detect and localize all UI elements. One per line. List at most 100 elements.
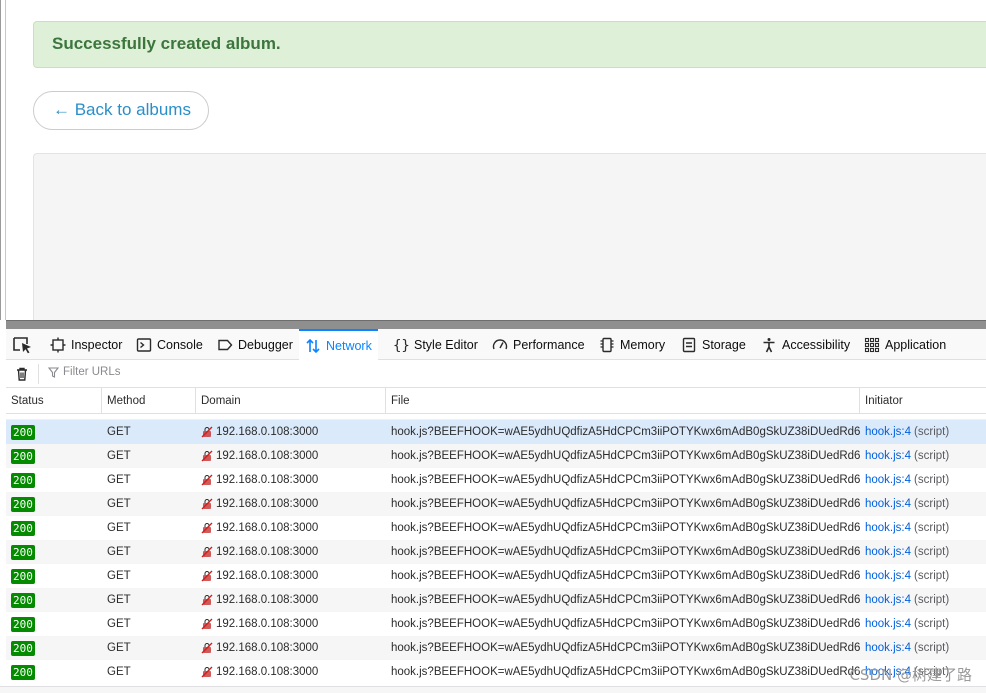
status-cell: 200 bbox=[6, 492, 102, 516]
tab-storage[interactable]: Storage bbox=[675, 329, 752, 360]
status-cell: 200 bbox=[6, 540, 102, 564]
table-row[interactable]: 200 GET 192.168.0.108:3000 hook.js?BEEFHOOK… bbox=[6, 516, 986, 540]
element-picker-icon[interactable] bbox=[11, 335, 35, 355]
method-cell: GET bbox=[107, 594, 131, 606]
method-cell: GET bbox=[107, 666, 131, 678]
initiator-cell: hook.js:4 (script) bbox=[860, 588, 986, 612]
initiator-link[interactable]: hook.js:4 bbox=[865, 618, 911, 630]
tab-memory[interactable]: Memory bbox=[593, 329, 671, 360]
domain-text: 192.168.0.108:3000 bbox=[216, 642, 319, 654]
initiator-link[interactable]: hook.js:4 bbox=[865, 522, 911, 534]
file-cell: hook.js?BEEFHOOK=wAE5ydhUQdfizA5HdCPCm3i… bbox=[391, 522, 860, 534]
table-row[interactable]: 200 GET 192.168.0.108:3000 hook.js?BEEFHOOK… bbox=[6, 420, 986, 444]
table-row[interactable]: 200 GET 192.168.0.108:3000 hook.js?BEEFHOOK… bbox=[6, 660, 986, 684]
table-row[interactable]: 200 GET 192.168.0.108:3000 hook.js?BEEFHOOK… bbox=[6, 540, 986, 564]
table-row[interactable]: 200 GET 192.168.0.108:3000 hook.js?BEEFHOOK… bbox=[6, 492, 986, 516]
column-status[interactable]: Status bbox=[6, 388, 102, 413]
insecure-lock-icon bbox=[201, 522, 213, 534]
initiator-type: (script) bbox=[914, 594, 950, 606]
table-row[interactable]: 200 GET 192.168.0.108:3000 hook.js?BEEFHOOK… bbox=[6, 564, 986, 588]
tab-performance[interactable]: Performance bbox=[486, 329, 591, 360]
tab-inspector[interactable]: Inspector bbox=[44, 329, 128, 360]
initiator-cell: hook.js:4 (script) bbox=[860, 564, 986, 588]
tab-label: Application bbox=[885, 337, 947, 352]
table-row[interactable]: 200 GET 192.168.0.108:3000 hook.js?BEEFHOOK… bbox=[6, 444, 986, 468]
domain-text: 192.168.0.108:3000 bbox=[216, 426, 319, 438]
initiator-type: (script) bbox=[914, 522, 950, 534]
initiator-cell: hook.js:4 (script) bbox=[860, 636, 986, 660]
initiator-link[interactable]: hook.js:4 bbox=[865, 546, 911, 558]
inspector-icon bbox=[50, 337, 66, 353]
initiator-type: (script) bbox=[914, 450, 950, 462]
initiator-cell: hook.js:4 (script) bbox=[860, 468, 986, 492]
tab-label: Network bbox=[326, 338, 372, 353]
status-cell: 200 bbox=[6, 420, 102, 444]
status-cell: 200 bbox=[6, 564, 102, 588]
filter-urls-input[interactable]: Filter URLs bbox=[48, 366, 121, 378]
debugger-icon bbox=[217, 337, 233, 353]
insecure-lock-icon bbox=[201, 426, 213, 438]
table-row[interactable]: 200 GET 192.168.0.108:3000 hook.js?BEEFHOOK… bbox=[6, 588, 986, 612]
column-file[interactable]: File bbox=[386, 388, 860, 413]
insecure-lock-icon bbox=[201, 570, 213, 582]
tab-console[interactable]: Console bbox=[130, 329, 209, 360]
status-badge: 200 bbox=[11, 568, 35, 584]
file-cell: hook.js?BEEFHOOK=wAE5ydhUQdfizA5HdCPCm3i… bbox=[391, 570, 860, 582]
status-cell: 200 bbox=[6, 468, 102, 492]
tab-label: Debugger bbox=[238, 337, 293, 352]
status-badge: 200 bbox=[11, 424, 35, 440]
status-badge: 200 bbox=[11, 472, 35, 488]
initiator-link[interactable]: hook.js:4 bbox=[865, 594, 911, 606]
status-cell: 200 bbox=[6, 636, 102, 660]
status-badge: 200 bbox=[11, 616, 35, 632]
back-to-albums-button[interactable]: ← Back to albums bbox=[33, 91, 209, 130]
insecure-lock-icon bbox=[201, 594, 213, 606]
domain-text: 192.168.0.108:3000 bbox=[216, 474, 319, 486]
column-initiator[interactable]: Initiator bbox=[860, 388, 986, 413]
domain-cell: 192.168.0.108:3000 bbox=[196, 516, 386, 540]
status-badge: 200 bbox=[11, 592, 35, 608]
initiator-link[interactable]: hook.js:4 bbox=[865, 426, 911, 438]
domain-cell: 192.168.0.108:3000 bbox=[196, 564, 386, 588]
network-icon bbox=[305, 338, 321, 354]
initiator-type: (script) bbox=[914, 570, 950, 582]
tab-application[interactable]: Application bbox=[858, 329, 952, 360]
domain-cell: 192.168.0.108:3000 bbox=[196, 468, 386, 492]
column-method[interactable]: Method bbox=[102, 388, 196, 413]
svg-text:{}: {} bbox=[393, 338, 409, 353]
tab-network[interactable]: Network bbox=[299, 329, 378, 360]
tab-style-editor[interactable]: {} Style Editor bbox=[387, 329, 484, 360]
initiator-link[interactable]: hook.js:4 bbox=[865, 570, 911, 582]
initiator-link[interactable]: hook.js:4 bbox=[865, 498, 911, 510]
domain-text: 192.168.0.108:3000 bbox=[216, 666, 319, 678]
status-badge: 200 bbox=[11, 520, 35, 536]
initiator-link[interactable]: hook.js:4 bbox=[865, 642, 911, 654]
initiator-type: (script) bbox=[914, 618, 950, 630]
status-cell: 200 bbox=[6, 444, 102, 468]
initiator-link[interactable]: hook.js:4 bbox=[865, 450, 911, 462]
file-cell: hook.js?BEEFHOOK=wAE5ydhUQdfizA5HdCPCm3i… bbox=[391, 498, 860, 510]
insecure-lock-icon bbox=[201, 498, 213, 510]
status-badge: 200 bbox=[11, 544, 35, 560]
initiator-type: (script) bbox=[914, 546, 950, 558]
tab-accessibility[interactable]: Accessibility bbox=[755, 329, 856, 360]
insecure-lock-icon bbox=[201, 666, 213, 678]
initiator-type: (script) bbox=[914, 474, 950, 486]
method-cell: GET bbox=[107, 498, 131, 510]
table-row[interactable]: 200 GET 192.168.0.108:3000 hook.js?BEEFHOOK… bbox=[6, 636, 986, 660]
initiator-type: (script) bbox=[914, 498, 950, 510]
domain-cell: 192.168.0.108:3000 bbox=[196, 540, 386, 564]
toolbar-separator bbox=[38, 364, 39, 384]
devtools-splitter[interactable] bbox=[6, 320, 986, 329]
method-cell: GET bbox=[107, 546, 131, 558]
initiator-cell: hook.js:4 (script) bbox=[860, 492, 986, 516]
domain-text: 192.168.0.108:3000 bbox=[216, 570, 319, 582]
table-row[interactable]: 200 GET 192.168.0.108:3000 hook.js?BEEFHOOK… bbox=[6, 468, 986, 492]
web-page: Successfully created album. ← Back to al… bbox=[0, 0, 986, 320]
trash-icon[interactable] bbox=[14, 366, 30, 382]
initiator-link[interactable]: hook.js:4 bbox=[865, 474, 911, 486]
table-row[interactable]: 200 GET 192.168.0.108:3000 hook.js?BEEFHOOK… bbox=[6, 612, 986, 636]
column-domain[interactable]: Domain bbox=[196, 388, 386, 413]
method-cell: GET bbox=[107, 570, 131, 582]
tab-debugger[interactable]: Debugger bbox=[211, 329, 299, 360]
